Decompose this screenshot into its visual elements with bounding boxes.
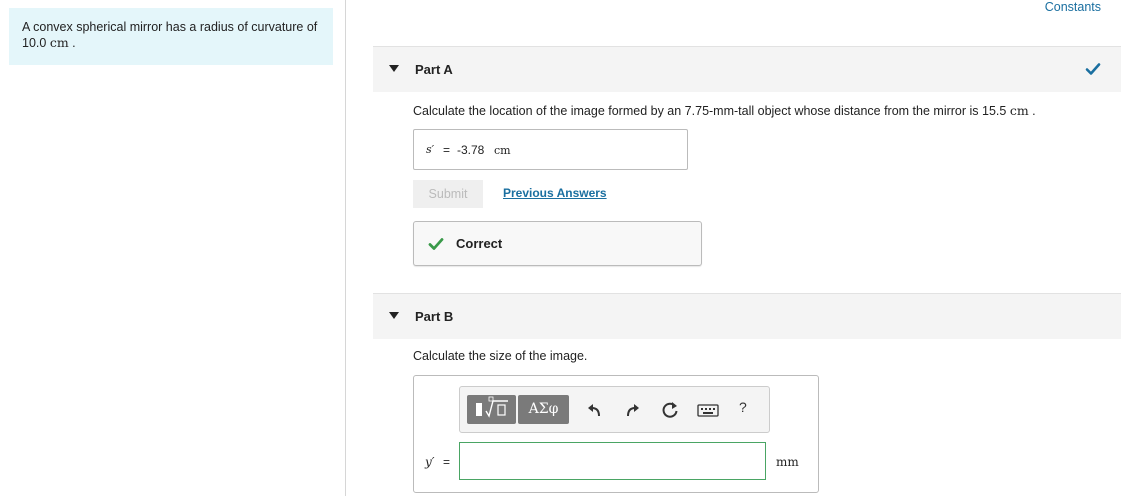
previous-answers-link[interactable]: Previous Answers xyxy=(503,186,607,200)
answer-input[interactable] xyxy=(459,442,766,480)
template-button[interactable] xyxy=(467,395,516,424)
part-b-title: Part B xyxy=(415,309,454,324)
intro-period: . xyxy=(72,36,76,50)
answer-editor: ΑΣφ ? y′ = mm xyxy=(413,375,819,493)
constants-link[interactable]: Constants xyxy=(1045,0,1101,14)
intro-text: A convex spherical mirror has a radius o… xyxy=(22,20,318,34)
answer-unit: cm xyxy=(494,144,511,157)
part-b-question: Calculate the size of the image. xyxy=(413,349,588,363)
input-variable: y′ xyxy=(425,455,435,469)
greek-symbols-button[interactable]: ΑΣφ xyxy=(518,395,569,424)
keyboard-icon[interactable] xyxy=(697,400,719,420)
part-a-title: Part A xyxy=(415,62,453,77)
part-a-header[interactable]: Part A xyxy=(373,46,1121,92)
answer-variable: s′ xyxy=(426,143,435,156)
answer-equals: = xyxy=(443,143,451,157)
reset-icon[interactable] xyxy=(660,400,680,420)
math-toolbar: ΑΣφ ? xyxy=(459,386,770,433)
part-a-question-text: Calculate the location of the image form… xyxy=(413,104,1010,118)
feedback-box: Correct xyxy=(413,221,702,266)
part-a-question-unit: cm xyxy=(1009,103,1029,118)
submit-button[interactable]: Submit xyxy=(413,180,483,208)
help-icon[interactable]: ? xyxy=(739,399,747,415)
feedback-text: Correct xyxy=(456,236,503,251)
left-panel: A convex spherical mirror has a radius o… xyxy=(0,0,346,496)
intro-unit: cm xyxy=(49,35,69,50)
part-a-question: Calculate the location of the image form… xyxy=(413,103,1036,118)
intro-value: 10.0 xyxy=(22,36,47,50)
collapse-triangle-icon[interactable] xyxy=(389,312,399,319)
checkmark-icon xyxy=(1085,63,1101,75)
redo-icon[interactable] xyxy=(622,400,642,420)
problem-intro: A convex spherical mirror has a radius o… xyxy=(9,8,333,65)
correct-check-icon xyxy=(428,238,444,250)
template-icon xyxy=(476,396,508,418)
collapse-triangle-icon[interactable] xyxy=(389,65,399,72)
part-a-question-end: . xyxy=(1032,104,1036,118)
part-a-answer-box: s′ = -3.78 cm xyxy=(413,129,688,170)
undo-icon[interactable] xyxy=(585,400,605,420)
part-b-header[interactable]: Part B xyxy=(373,293,1121,339)
answer-value: -3.78 xyxy=(457,143,485,157)
input-unit: mm xyxy=(776,455,799,469)
input-equals: = xyxy=(443,455,451,469)
